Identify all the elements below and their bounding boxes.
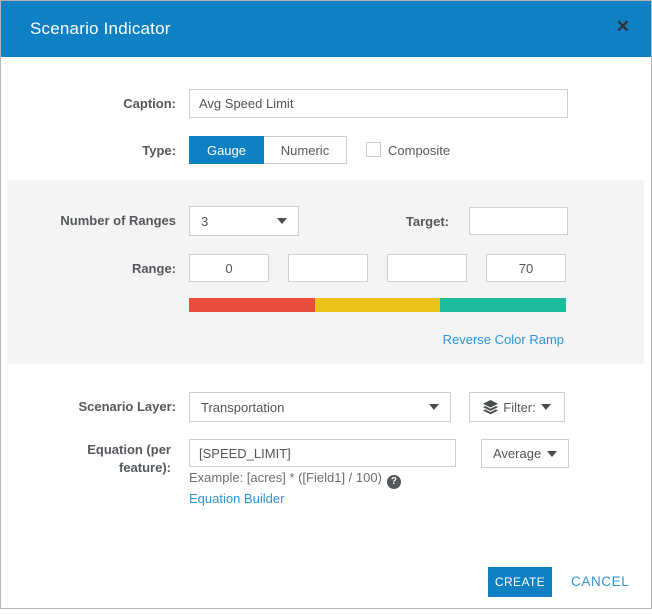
cancel-link[interactable]: CANCEL	[571, 567, 629, 597]
caption-label: Caption:	[31, 96, 176, 111]
scenario-layer-dropdown[interactable]: Transportation	[189, 392, 451, 422]
scenario-layer-label: Scenario Layer:	[31, 399, 176, 414]
color-ramp	[189, 298, 566, 312]
range-input-4[interactable]	[486, 254, 566, 282]
target-input[interactable]	[469, 207, 568, 235]
dialog-title: Scenario Indicator	[30, 19, 171, 39]
composite-checkbox[interactable]	[366, 142, 381, 157]
range-input-3[interactable]	[387, 254, 467, 282]
range-input-1[interactable]	[189, 254, 269, 282]
equation-label: Equation (per feature):	[31, 441, 171, 477]
create-button[interactable]: CREATE	[488, 567, 552, 597]
aggregation-dropdown[interactable]: Average	[481, 439, 569, 468]
type-numeric-button[interactable]: Numeric	[264, 136, 347, 164]
caption-input[interactable]	[189, 89, 568, 118]
aggregation-value: Average	[493, 446, 541, 461]
target-label: Target:	[381, 214, 449, 229]
range-input-2[interactable]	[288, 254, 368, 282]
number-of-ranges-value: 3	[201, 214, 208, 229]
equation-builder-link[interactable]: Equation Builder	[189, 491, 284, 506]
type-label: Type:	[31, 143, 176, 158]
chevron-down-icon	[429, 404, 439, 410]
dialog-header: Scenario Indicator ✕	[1, 1, 651, 57]
equation-example: Example: [acres] * ([Field1] / 100)?	[189, 470, 401, 489]
number-of-ranges-dropdown[interactable]: 3	[189, 206, 299, 236]
equation-input[interactable]	[189, 439, 456, 467]
composite-label: Composite	[388, 143, 450, 158]
ramp-segment-yellow	[315, 298, 441, 312]
chevron-down-icon	[547, 451, 557, 457]
close-icon[interactable]: ✕	[616, 17, 630, 37]
page: Scenario Indicator ✕ Caption: Type: Gaug…	[0, 0, 652, 615]
reverse-color-ramp-link[interactable]: Reverse Color Ramp	[443, 332, 564, 347]
scenario-layer-value: Transportation	[201, 400, 284, 415]
scenario-indicator-dialog: Scenario Indicator ✕ Caption: Type: Gaug…	[0, 0, 652, 609]
type-gauge-button[interactable]: Gauge	[189, 136, 264, 164]
ramp-segment-green	[440, 298, 566, 312]
filter-button[interactable]: Filter:	[469, 392, 565, 422]
chevron-down-icon	[541, 404, 551, 410]
help-icon[interactable]: ?	[387, 475, 401, 489]
range-label: Range:	[31, 261, 176, 276]
layers-icon	[483, 400, 498, 415]
ramp-segment-red	[189, 298, 315, 312]
number-of-ranges-label: Number of Ranges	[31, 213, 176, 228]
filter-label: Filter:	[503, 400, 536, 415]
chevron-down-icon	[277, 218, 287, 224]
